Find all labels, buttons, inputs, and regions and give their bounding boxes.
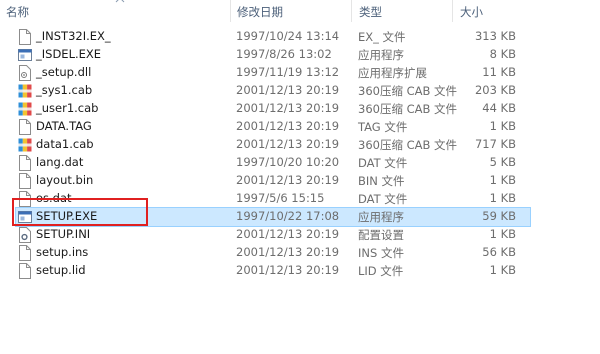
file-size: 5 KB — [489, 155, 516, 169]
file-type: 配置设置 — [358, 228, 404, 242]
column-header-modified[interactable]: 修改日期 — [237, 4, 283, 20]
column-header-bar: 名称 修改日期 类型 大小 — [0, 0, 600, 22]
file-size: 717 KB — [474, 137, 516, 151]
file-modified: 2001/12/13 20:19 — [236, 137, 340, 151]
file-size: 313 KB — [474, 29, 516, 43]
file-row[interactable]: _user1.cab 2001/12/13 20:19 360压缩 CAB 文件 44… — [16, 100, 530, 118]
file-modified: 2001/12/13 20:19 — [236, 101, 340, 115]
file-type: LID 文件 — [358, 264, 404, 278]
file-name: _setup.dll — [36, 65, 92, 79]
file-row[interactable]: data1.cab 2001/12/13 20:19 360压缩 CAB 文件 717… — [16, 136, 530, 154]
file-modified: 2001/12/13 20:19 — [236, 119, 340, 133]
file-row[interactable]: _ISDEL.EXE 1997/8/26 13:02 应用程序 8 KB — [16, 46, 530, 64]
generic-file-icon — [18, 29, 32, 45]
file-type: EX_ 文件 — [358, 30, 406, 44]
file-row[interactable]: _sys1.cab 2001/12/13 20:19 360压缩 CAB 文件 203… — [16, 82, 530, 100]
column-divider[interactable] — [230, 0, 231, 22]
file-size: 1 KB — [489, 227, 516, 241]
file-type: TAG 文件 — [358, 120, 408, 134]
file-name: _user1.cab — [36, 101, 99, 115]
sort-chevron-icon — [115, 0, 125, 3]
generic-file-icon — [18, 173, 32, 189]
file-modified: 1997/5/6 15:15 — [236, 191, 325, 205]
file-modified: 1997/10/22 17:08 — [236, 209, 340, 223]
file-type: 360压缩 CAB 文件 — [358, 138, 458, 152]
file-type: INS 文件 — [358, 246, 404, 260]
file-size: 1 KB — [489, 191, 516, 205]
file-size: 203 KB — [474, 83, 516, 97]
file-name: lang.dat — [36, 155, 84, 169]
file-modified: 1997/11/19 13:12 — [236, 65, 340, 79]
column-divider[interactable] — [351, 0, 352, 22]
file-modified: 1997/10/24 13:14 — [236, 29, 340, 43]
file-modified: 2001/12/13 20:19 — [236, 173, 340, 187]
file-type: 360压缩 CAB 文件 — [358, 84, 458, 98]
file-modified: 2001/12/13 20:19 — [236, 227, 340, 241]
file-type: 应用程序 — [358, 48, 404, 62]
file-name: _INST32I.EX_ — [36, 29, 111, 43]
file-name: DATA.TAG — [36, 119, 92, 133]
column-divider[interactable] — [452, 0, 453, 22]
file-type: DAT 文件 — [358, 156, 408, 170]
file-size: 11 KB — [482, 65, 516, 79]
file-name: layout.bin — [36, 173, 94, 187]
file-type: DAT 文件 — [358, 192, 408, 206]
file-modified: 1997/10/20 10:20 — [236, 155, 340, 169]
file-row[interactable]: DATA.TAG 2001/12/13 20:19 TAG 文件 1 KB — [16, 118, 530, 136]
file-modified: 1997/8/26 13:02 — [236, 47, 332, 61]
file-type: BIN 文件 — [358, 174, 405, 188]
file-type: 360压缩 CAB 文件 — [358, 102, 458, 116]
file-row[interactable]: layout.bin 2001/12/13 20:19 BIN 文件 1 KB — [16, 172, 530, 190]
file-name: setup.lid — [36, 263, 86, 277]
file-modified: 2001/12/13 20:19 — [236, 245, 340, 259]
file-row[interactable]: _INST32I.EX_ 1997/10/24 13:14 EX_ 文件 313 KB — [16, 28, 530, 46]
file-size: 1 KB — [489, 263, 516, 277]
file-type: 应用程序 — [358, 210, 404, 224]
file-row[interactable]: setup.ins 2001/12/13 20:19 INS 文件 56 KB — [16, 244, 530, 262]
archive-icon — [18, 101, 32, 117]
file-name: _sys1.cab — [36, 83, 93, 97]
column-header-name[interactable]: 名称 — [6, 4, 29, 20]
generic-file-icon — [18, 155, 32, 171]
column-header-size[interactable]: 大小 — [460, 4, 483, 20]
generic-file-icon — [18, 245, 32, 261]
file-modified: 2001/12/13 20:19 — [236, 263, 340, 277]
file-name: setup.ins — [36, 245, 89, 259]
file-size: 59 KB — [482, 209, 516, 223]
file-size: 44 KB — [482, 101, 516, 115]
file-name: data1.cab — [36, 137, 94, 151]
highlight-annotation-box — [12, 198, 148, 226]
archive-icon — [18, 83, 32, 99]
file-row[interactable]: SETUP.INI 2001/12/13 20:19 配置设置 1 KB — [16, 226, 530, 244]
file-size: 1 KB — [489, 173, 516, 187]
archive-icon — [18, 137, 32, 153]
file-row[interactable]: lang.dat 1997/10/20 10:20 DAT 文件 5 KB — [16, 154, 530, 172]
file-name: SETUP.INI — [36, 227, 91, 241]
generic-file-icon — [18, 119, 32, 135]
file-modified: 2001/12/13 20:19 — [236, 83, 340, 97]
application-icon — [18, 47, 32, 63]
file-row[interactable]: setup.lid 2001/12/13 20:19 LID 文件 1 KB — [16, 262, 530, 280]
file-type: 应用程序扩展 — [358, 66, 427, 80]
file-name: _ISDEL.EXE — [36, 47, 102, 61]
settings-file-icon — [18, 227, 32, 243]
file-row[interactable]: _setup.dll 1997/11/19 13:12 应用程序扩展 11 KB — [16, 64, 530, 82]
file-size: 56 KB — [482, 245, 516, 259]
dll-icon — [18, 65, 32, 81]
column-header-type[interactable]: 类型 — [359, 4, 382, 20]
file-size: 8 KB — [489, 47, 516, 61]
generic-file-icon — [18, 263, 32, 279]
file-size: 1 KB — [489, 119, 516, 133]
